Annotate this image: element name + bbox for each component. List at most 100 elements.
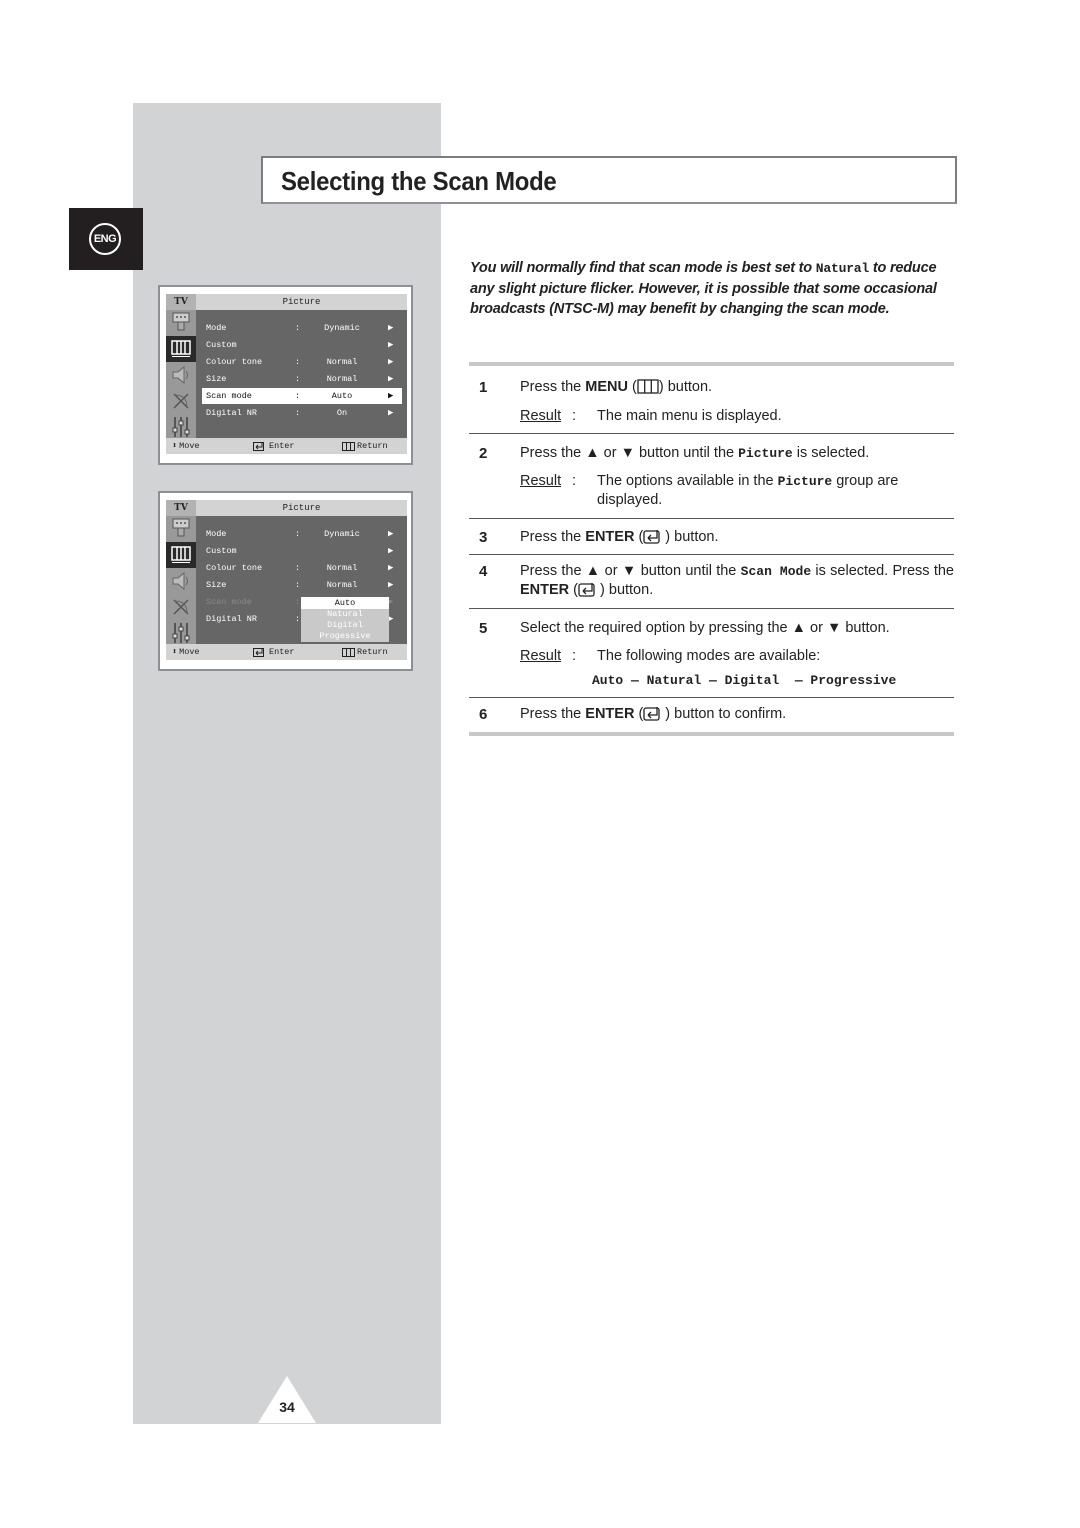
row-colon: : <box>295 357 301 367</box>
osd-row-mode[interactable]: Mode : Dynamic ▶ <box>202 526 402 542</box>
step-number: 5 <box>479 620 488 637</box>
scan-mode-dropdown[interactable]: Auto Natural Digital Progessive <box>301 597 389 642</box>
sound-icon[interactable] <box>166 362 196 388</box>
step-3: 3 Press the ENTER () button. <box>479 529 719 546</box>
intro-paragraph: You will normally find that scan mode is… <box>470 260 937 317</box>
arrow-right-icon: ▶ <box>388 408 394 418</box>
row-value: Normal <box>326 374 358 384</box>
osd-row-mode[interactable]: Mode : Dynamic ▶ <box>202 320 402 336</box>
result-text: The main menu is displayed. <box>597 408 782 424</box>
setup-icon[interactable] <box>166 414 196 440</box>
arrow-right-icon: ▶ <box>388 563 394 573</box>
result-label: Result <box>520 648 562 664</box>
row-value: Dynamic <box>324 323 360 333</box>
row-label: Size <box>206 374 227 384</box>
input-icon[interactable] <box>166 516 196 542</box>
row-label: Custom <box>206 340 237 350</box>
row-label: Size <box>206 580 227 590</box>
enter-icon <box>253 647 264 657</box>
osd-row-custom[interactable]: Custom ▶ <box>202 543 402 559</box>
row-colon: : <box>295 563 301 573</box>
picture-icon[interactable] <box>166 336 196 362</box>
language-tab: ENG <box>69 208 143 270</box>
osd-row-colour-tone[interactable]: Colour tone : Normal ▶ <box>202 354 402 370</box>
osd-row-scan-mode[interactable]: Scan mode : Auto ▶ <box>202 388 402 404</box>
osd-tv-label: TV <box>166 500 196 516</box>
osd-row-colour-tone[interactable]: Colour tone : Normal ▶ <box>202 560 402 576</box>
menu-icon <box>637 379 659 394</box>
menu-icon <box>342 647 355 657</box>
osd-menu-title: Picture <box>282 503 321 513</box>
step-number: 2 <box>479 445 488 462</box>
channel-icon[interactable] <box>166 594 196 620</box>
row-label: Digital NR <box>206 408 258 418</box>
arrow-right-icon: ▶ <box>388 529 394 539</box>
footer-return: Return <box>342 644 388 660</box>
row-colon: : <box>295 597 301 607</box>
osd-footer: ⬍ Move Enter Return <box>166 438 407 454</box>
result-text: The options available in the Picture gro… <box>597 473 899 508</box>
arrow-right-icon: ▶ <box>388 357 394 367</box>
dropdown-option-digital[interactable]: Digital <box>301 620 389 631</box>
row-value: Normal <box>326 357 358 367</box>
channel-icon[interactable] <box>166 388 196 414</box>
arrow-right-icon: ▶ <box>388 374 394 384</box>
row-colon: : <box>295 391 301 401</box>
result-label: Result <box>520 473 562 489</box>
arrow-right-icon: ▶ <box>388 546 394 556</box>
updown-icon: ⬍ <box>172 441 178 451</box>
row-label: Scan mode <box>206 391 252 401</box>
updown-icon: ⬍ <box>172 647 178 657</box>
page-number: 34 <box>279 1399 295 1415</box>
osd-sidebar <box>166 516 196 644</box>
dropdown-option-auto[interactable]: Auto <box>301 597 389 609</box>
osd-row-custom[interactable]: Custom ▶ <box>202 337 402 353</box>
row-label: Mode <box>206 323 227 333</box>
row-colon: : <box>295 580 301 590</box>
row-colon: : <box>295 374 301 384</box>
page-title: Selecting the Scan Mode <box>281 166 557 196</box>
osd-row-size[interactable]: Size : Normal ▶ <box>202 371 402 387</box>
footer-move: ⬍ Move <box>172 438 200 454</box>
step-5: 5 Select the required option by pressing… <box>469 609 954 697</box>
footer-return: Return <box>342 438 388 454</box>
row-label: Colour tone <box>206 563 263 573</box>
input-icon[interactable] <box>166 310 196 336</box>
arrow-right-icon: ▶ <box>388 323 394 333</box>
row-value: Auto <box>331 391 353 401</box>
picture-icon[interactable] <box>166 542 196 568</box>
arrow-right-icon: ▶ <box>388 340 394 350</box>
dropdown-option-natural[interactable]: Natural <box>301 609 389 620</box>
result-text: The following modes are available: <box>597 648 821 664</box>
row-colon: : <box>295 408 301 418</box>
footer-enter: Enter <box>253 438 295 454</box>
dropdown-option-progressive[interactable]: Progessive <box>301 631 389 642</box>
step-6: 6 Press the ENTER () button to confirm. <box>479 706 787 723</box>
step-1: 1 Press the MENU () button. Result: The m… <box>479 379 782 424</box>
row-colon: : <box>295 323 301 333</box>
row-value: On <box>336 408 348 418</box>
footer-enter: Enter <box>253 644 295 660</box>
sound-icon[interactable] <box>166 568 196 594</box>
enter-icon <box>578 583 595 597</box>
row-colon: : <box>295 614 301 624</box>
step-2: 2 Press the ▲ or ▼ button until the Pict… <box>469 434 954 518</box>
language-badge: ENG <box>89 223 121 255</box>
step-4: 4 Press the ▲ or ▼ button until the Scan… <box>479 563 954 598</box>
footer-move: ⬍ Move <box>172 644 200 660</box>
osd-row-digital-nr[interactable]: Digital NR : On ▶ <box>202 405 402 421</box>
osd-menu-title: Picture <box>282 297 321 307</box>
setup-icon[interactable] <box>166 620 196 646</box>
row-value: Dynamic <box>324 529 360 539</box>
row-label: Digital NR <box>206 614 258 624</box>
osd-tv-label: TV <box>166 294 196 310</box>
row-label: Mode <box>206 529 227 539</box>
arrow-right-icon: ▶ <box>388 391 394 401</box>
enter-icon <box>643 530 660 544</box>
enter-icon <box>253 441 264 451</box>
row-value: Normal <box>326 580 358 590</box>
osd-row-size[interactable]: Size : Normal ▶ <box>202 577 402 593</box>
menu-icon <box>342 441 355 451</box>
result-label: Result <box>520 408 562 424</box>
row-label: Colour tone <box>206 357 263 367</box>
